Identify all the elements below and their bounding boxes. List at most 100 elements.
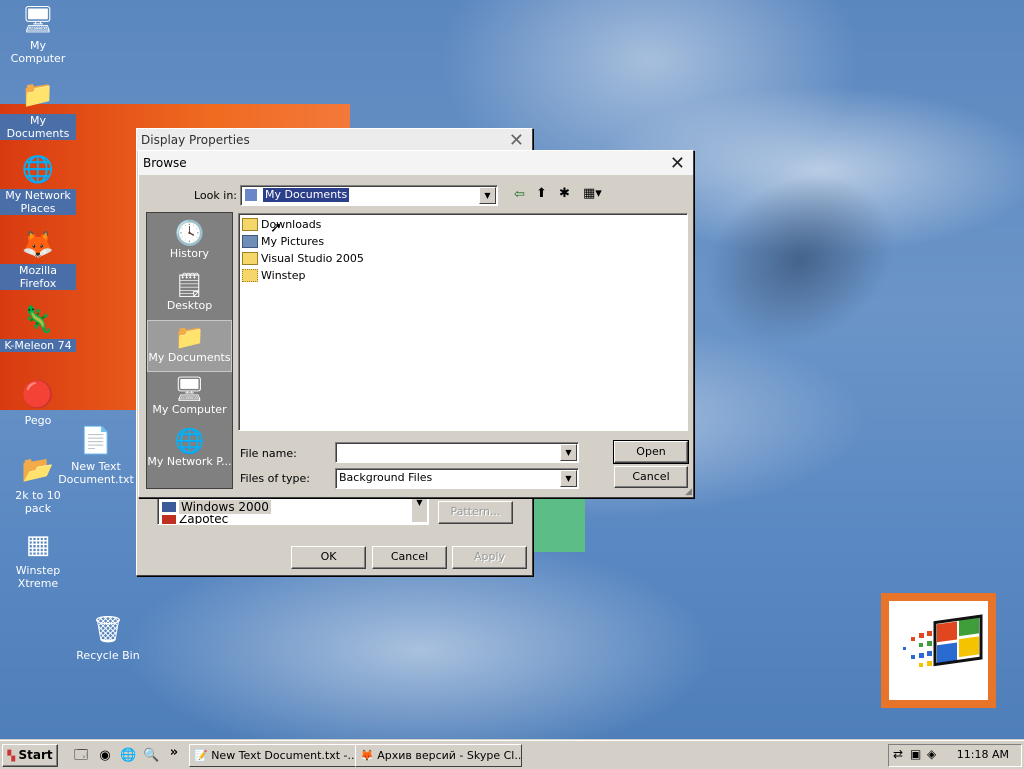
look-in-label: Look in: bbox=[194, 189, 237, 202]
firefox-icon: 🦊 bbox=[21, 230, 55, 260]
more-chevron-icon[interactable]: » bbox=[166, 745, 182, 761]
start-button[interactable]: ▚ Start bbox=[2, 744, 58, 767]
tray-app-icon[interactable]: ▣ bbox=[910, 747, 921, 761]
history-icon: 🕓 bbox=[174, 219, 205, 247]
start-label: Start bbox=[18, 748, 53, 762]
wallpaper-list[interactable]: Windows 2000 Zapotec ▼ bbox=[157, 497, 429, 525]
wallpaper-item-icon bbox=[162, 501, 176, 512]
taskbar-task[interactable]: 🦊 Архив версий - Skype Cl... bbox=[355, 744, 522, 767]
winstep-icon: ▦ bbox=[25, 530, 51, 560]
chevron-down-icon[interactable]: ▼ bbox=[560, 470, 577, 487]
place-my-network[interactable]: 🌐 My Network P... bbox=[147, 425, 232, 477]
file-name-field[interactable]: ▼ bbox=[335, 442, 579, 463]
place-label: History bbox=[169, 247, 210, 260]
close-icon[interactable]: ✕ bbox=[509, 130, 524, 151]
cancel-button[interactable]: Cancel bbox=[372, 546, 447, 569]
desktop-icon-label: Mozilla Firefox bbox=[0, 264, 76, 290]
place-label: My Network P... bbox=[147, 455, 232, 468]
desktop-icon-pego[interactable]: 🔴 Pego bbox=[0, 379, 76, 427]
look-in-combo[interactable]: My Documents ▼ bbox=[240, 185, 498, 206]
list-item[interactable]: My Pictures bbox=[242, 234, 324, 249]
desktop-icon-label: My Network Places bbox=[0, 189, 76, 215]
windows-flag-icon: ▚ bbox=[7, 751, 16, 762]
desktop-icon-label: Winstep Xtreme bbox=[15, 564, 61, 590]
firefox-icon: 🦊 bbox=[360, 749, 374, 762]
pattern-button[interactable]: Pattern... bbox=[438, 501, 513, 524]
browse-dialog: Browse ✕ Look in: My Documents ▼ ⇦ ⬆ ✱ ▦… bbox=[138, 150, 694, 498]
wallpaper-figure-shadow bbox=[673, 140, 927, 380]
place-label: Desktop bbox=[166, 299, 213, 312]
folder-icon: 📂 bbox=[21, 455, 55, 485]
my-documents-icon: 📁 bbox=[21, 80, 55, 110]
place-history[interactable]: 🕓 History bbox=[147, 217, 232, 269]
task-label: Архив версий - Skype Cl... bbox=[377, 749, 522, 762]
display-properties-titlebar[interactable]: Display Properties ✕ bbox=[137, 129, 532, 151]
pictures-folder-icon bbox=[242, 235, 258, 248]
wallpaper-green-block bbox=[532, 494, 585, 552]
desktop-icon-winstep[interactable]: ▦ Winstep Xtreme bbox=[0, 529, 76, 590]
folder-icon bbox=[242, 218, 258, 231]
desktop-icon-label: My Documents bbox=[0, 114, 76, 140]
file-name: Visual Studio 2005 bbox=[261, 252, 364, 265]
place-desktop[interactable]: 🗒 Desktop bbox=[147, 269, 232, 321]
apply-button[interactable]: Apply bbox=[452, 546, 527, 569]
search-icon[interactable]: 🔍 bbox=[143, 748, 159, 764]
desktop-icon-network-places[interactable]: 🌐 My Network Places bbox=[0, 154, 76, 215]
desktop-icon-firefox[interactable]: 🦊 Mozilla Firefox bbox=[0, 229, 76, 290]
taskbar-task[interactable]: 📝 New Text Document.txt -... bbox=[189, 744, 357, 767]
network-places-icon: 🌐 bbox=[174, 427, 205, 455]
show-desktop-icon[interactable]: 🗔 bbox=[73, 748, 89, 764]
windows-logo bbox=[881, 593, 996, 708]
view-menu-icon[interactable]: ▦▾ bbox=[583, 186, 602, 201]
file-name: Winstep bbox=[261, 269, 306, 282]
places-bar: 🕓 History 🗒 Desktop 📁 My Documents 🖥 My … bbox=[146, 212, 233, 489]
my-documents-icon: 📁 bbox=[174, 323, 205, 351]
cancel-button[interactable]: Cancel bbox=[614, 466, 688, 488]
tray-network-icon[interactable]: ⇄ bbox=[893, 747, 903, 761]
scroll-down-icon[interactable]: ▼ bbox=[412, 498, 427, 507]
close-icon[interactable]: ✕ bbox=[670, 153, 685, 174]
clock[interactable]: 11:18 AM bbox=[957, 748, 1009, 761]
tray-volume-icon[interactable]: ◈ bbox=[927, 747, 936, 761]
list-item[interactable]: Winstep bbox=[242, 268, 305, 283]
list-item[interactable]: Windows 2000 bbox=[179, 499, 271, 514]
list-scrollbar[interactable]: ▼ bbox=[412, 498, 427, 522]
list-item[interactable]: Zapotec bbox=[179, 515, 228, 524]
desktop-icon: 🗒 bbox=[174, 271, 205, 299]
desktop-icon-my-computer[interactable]: 🖥 My Computer bbox=[0, 4, 76, 65]
files-of-type-value: Background Files bbox=[339, 471, 433, 484]
list-item[interactable]: Visual Studio 2005 bbox=[242, 251, 364, 266]
place-label: My Computer bbox=[152, 403, 227, 416]
desktop-icon-2k-pack[interactable]: 📂 2k to 10 pack bbox=[0, 454, 76, 515]
desktop-icon-label: 2k to 10 pack bbox=[15, 489, 61, 515]
resize-grip-icon[interactable]: ◢ bbox=[685, 487, 692, 497]
up-folder-icon[interactable]: ⬆ bbox=[536, 186, 547, 201]
window-title: Browse bbox=[143, 156, 187, 170]
ok-button[interactable]: OK bbox=[291, 546, 366, 569]
files-of-type-combo[interactable]: Background Files ▼ bbox=[335, 468, 579, 489]
folder-icon bbox=[242, 252, 258, 265]
chevron-down-icon[interactable]: ▼ bbox=[560, 444, 577, 461]
files-of-type-label: Files of type: bbox=[240, 472, 311, 485]
back-icon[interactable]: ⇦ bbox=[514, 187, 525, 202]
desktop-icon-label: Recycle Bin bbox=[76, 649, 140, 662]
open-button[interactable]: Open bbox=[613, 440, 689, 464]
firefox-quicklaunch-icon[interactable]: ◉ bbox=[97, 748, 113, 764]
my-computer-icon: 🖥 bbox=[174, 375, 205, 403]
file-list[interactable]: Downloads My Pictures Visual Studio 2005… bbox=[238, 213, 688, 431]
desktop-icon-my-documents[interactable]: 📁 My Documents bbox=[0, 79, 76, 140]
place-my-computer[interactable]: 🖥 My Computer bbox=[147, 373, 232, 425]
place-my-documents[interactable]: 📁 My Documents bbox=[147, 320, 232, 372]
network-quicklaunch-icon[interactable]: 🌐 bbox=[120, 748, 136, 764]
browse-titlebar[interactable]: Browse ✕ bbox=[139, 151, 693, 175]
task-label: New Text Document.txt -... bbox=[211, 749, 357, 762]
new-folder-icon[interactable]: ✱ bbox=[559, 186, 570, 201]
desktop-icon-k-meleon[interactable]: 🦎 K-Meleon 74 bbox=[0, 304, 76, 352]
text-document-icon: 📄 bbox=[79, 426, 113, 456]
window-title: Display Properties bbox=[141, 133, 250, 147]
recycle-bin-icon: 🗑 bbox=[91, 615, 125, 645]
chevron-down-icon[interactable]: ▼ bbox=[479, 187, 496, 204]
file-name-label: File name: bbox=[240, 447, 297, 460]
network-places-icon: 🌐 bbox=[21, 155, 55, 185]
desktop-icon-recycle-bin[interactable]: 🗑 Recycle Bin bbox=[70, 614, 146, 662]
